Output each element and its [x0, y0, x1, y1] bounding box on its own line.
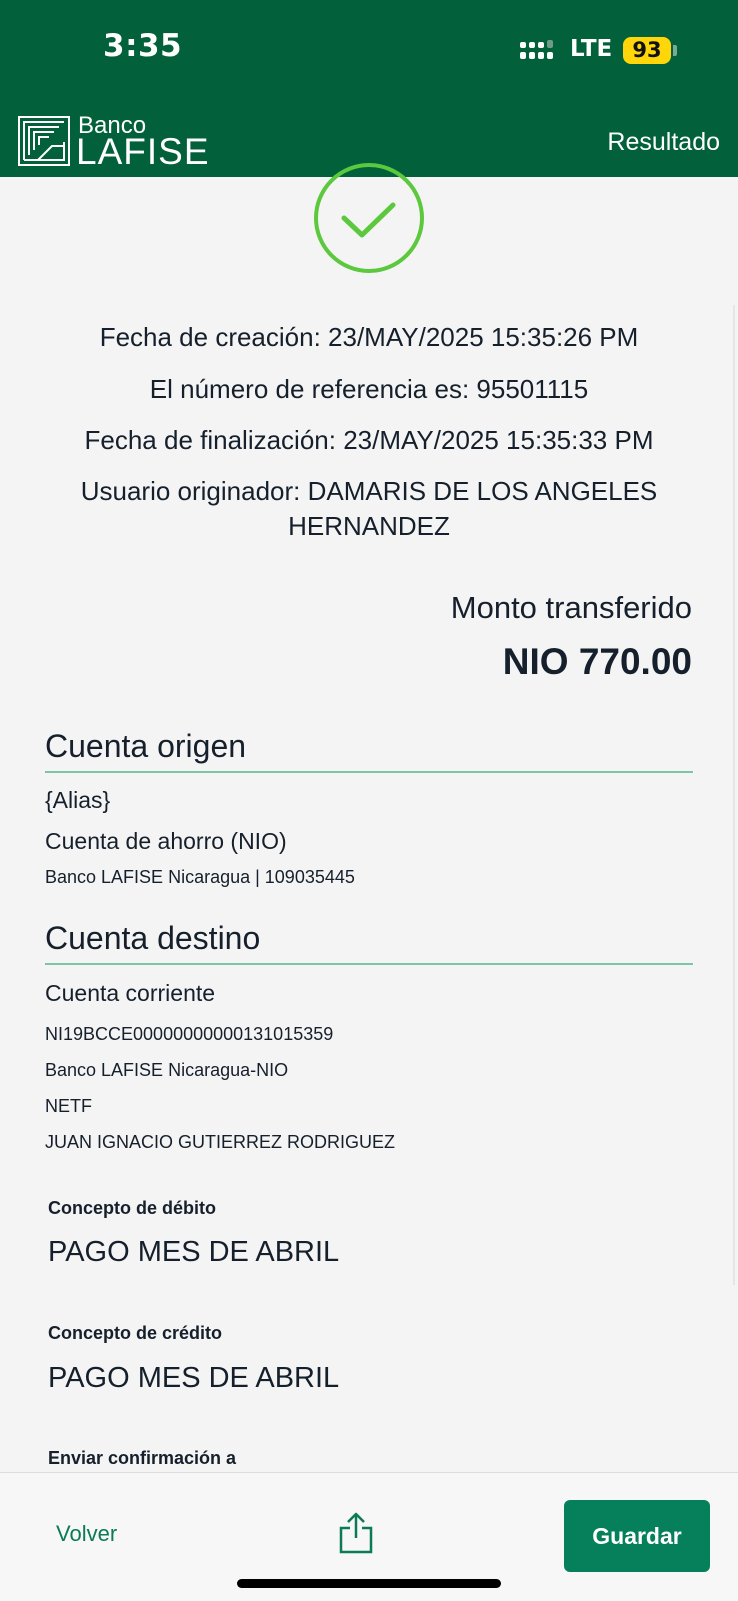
check-circle-icon — [314, 163, 424, 273]
destination-network: NETF — [45, 1096, 92, 1116]
originator-user-continued: HERNANDEZ — [288, 511, 450, 541]
network-type: LTE — [570, 36, 613, 62]
credit-concept-value: PAGO MES DE ABRIL — [48, 1362, 340, 1394]
lafise-logo-mark-icon — [18, 116, 70, 166]
destination-holder: JUAN IGNACIO GUTIERREZ RODRIGUEZ — [45, 1132, 396, 1152]
page-title: Resultado — [607, 128, 720, 156]
completion-date: Fecha de finalización: 23/MAY/2025 15:35… — [84, 425, 654, 455]
destination-bank: Banco LAFISE Nicaragua-NIO — [45, 1060, 289, 1080]
debit-concept-label: Concepto de débito — [48, 1198, 216, 1218]
originator-user: Usuario originador: DAMARIS DE LOS ANGEL… — [80, 476, 658, 506]
reference-number: El número de referencia es: 95501115 — [149, 374, 589, 404]
share-icon[interactable] — [338, 1512, 374, 1554]
origin-account-type: Cuenta de ahorro (NIO) — [45, 828, 287, 854]
amount-value: NIO 770.00 — [502, 641, 692, 682]
status-time: 3:35 — [103, 28, 183, 64]
signal-icon — [520, 40, 553, 59]
origin-account-alias: {Alias} — [45, 787, 111, 813]
creation-date: Fecha de creación: 23/MAY/2025 15:35:26 … — [99, 322, 639, 352]
destination-account-type: Cuenta corriente — [45, 980, 216, 1006]
origin-account-title: Cuenta origen — [45, 728, 693, 773]
battery-tip — [673, 45, 677, 56]
app-header: 3:35 LTE 93 Banco LAFISE Resultado — [0, 0, 738, 177]
home-indicator — [237, 1579, 501, 1588]
logo-text-lafise: LAFISE — [76, 131, 210, 172]
debit-concept-value: PAGO MES DE ABRIL — [48, 1236, 340, 1268]
battery-icon: 93 — [623, 37, 671, 64]
confirmation-label: Enviar confirmación a — [48, 1448, 237, 1468]
back-button[interactable]: Volver — [56, 1521, 117, 1547]
origin-account-number: Banco LAFISE Nicaragua | 109035445 — [45, 867, 355, 887]
destination-account-title: Cuenta destino — [45, 920, 693, 965]
amount-label: Monto transferido — [450, 590, 692, 625]
destination-account-iban: NI19BCCE00000000000131015359 — [45, 1024, 334, 1044]
credit-concept-label: Concepto de crédito — [48, 1323, 223, 1343]
save-button[interactable]: Guardar — [564, 1500, 710, 1572]
